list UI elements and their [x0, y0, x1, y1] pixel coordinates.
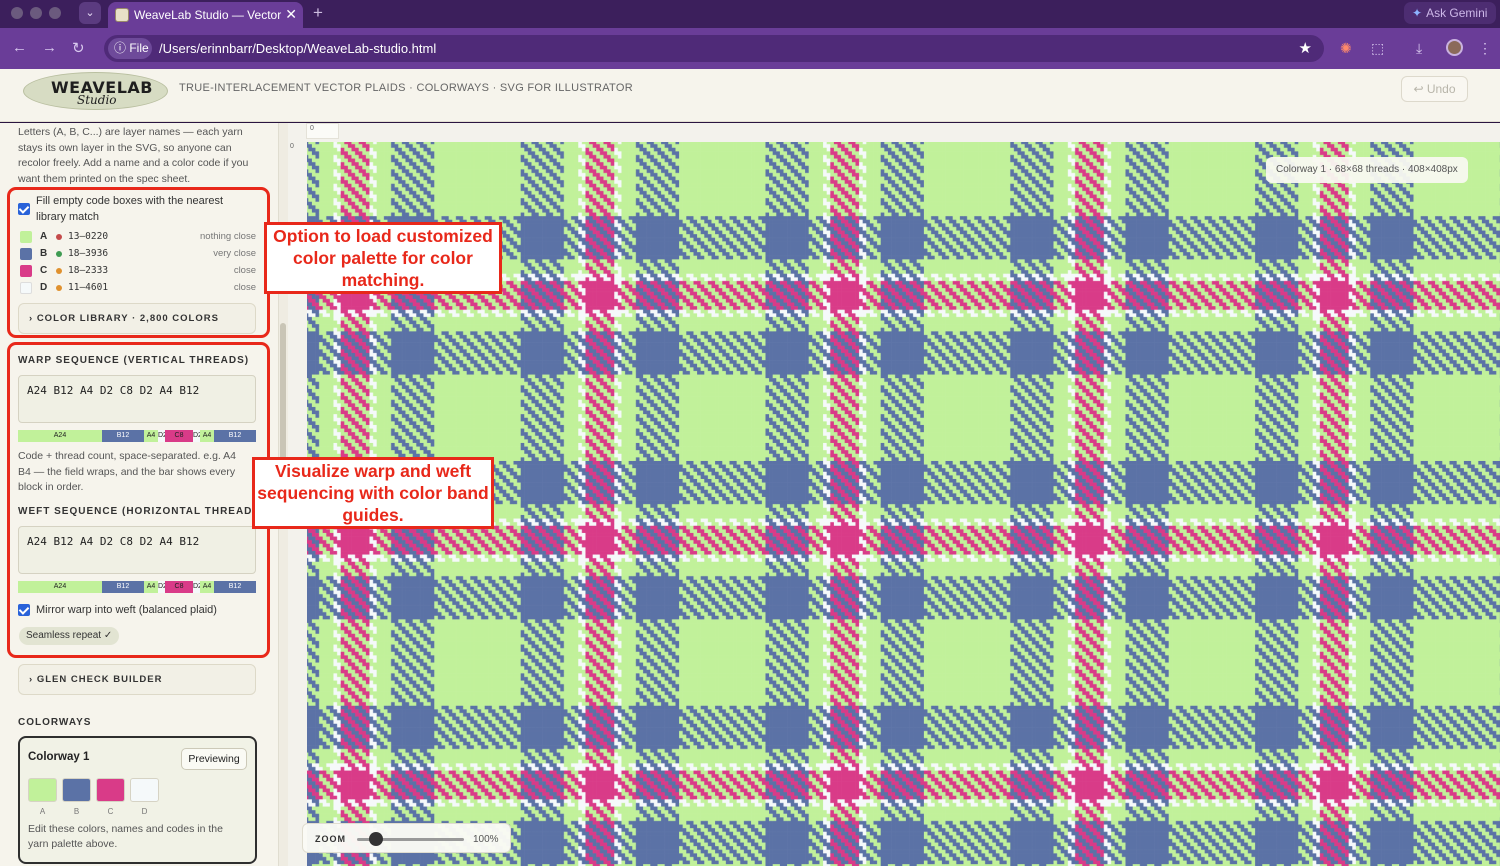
intro-line: recolor freely. Add a name and a color c… — [18, 157, 249, 169]
browser-window: ⌄ WeaveLab Studio — Vector Plaid ✕ + ✦As… — [0, 0, 1500, 866]
site-info-chip[interactable]: ⓘ File — [108, 38, 152, 59]
palette-highlight-box — [7, 187, 270, 338]
chevron-right-icon: › — [29, 674, 37, 685]
palette-callout: Option to load customized color palette … — [264, 222, 502, 294]
file-chip-label: File — [129, 41, 149, 55]
note-line: Edit these colors, names and codes in th… — [28, 823, 223, 835]
download-icon[interactable]: ⤓ — [1416, 40, 1422, 57]
ruler-origin-top: 0 — [310, 125, 314, 132]
colorway-swatch[interactable] — [130, 778, 159, 802]
colorway-swatch-label: A — [39, 807, 46, 816]
zoom-control: ZOOM 100% — [302, 823, 511, 853]
intro-line: stays its own layer in the SVG, so anyon… — [18, 141, 232, 154]
close-window-button[interactable] — [11, 7, 23, 19]
colorways-header: COLORWAYS — [18, 717, 92, 728]
tab-strip: ⌄ WeaveLab Studio — Vector Plaid ✕ + ✦As… — [0, 0, 1500, 28]
more-menu-icon[interactable]: ⋮ — [1478, 40, 1492, 57]
back-arrow-icon[interactable]: ← — [12, 39, 27, 56]
minimize-window-button[interactable] — [30, 7, 42, 19]
colorway-swatch-label: B — [73, 807, 80, 816]
colorway-name: Colorway 1 — [28, 751, 90, 763]
browser-tab[interactable]: WeaveLab Studio — Vector Plaid ✕ — [108, 2, 303, 28]
address-bar[interactable]: ⓘ File /Users/erinnbarr/Desktop/WeaveLab… — [104, 35, 1324, 62]
weavelab-logo: WEAVELAB Studio — [23, 72, 168, 110]
colorway-swatch[interactable] — [28, 778, 57, 802]
zoom-label: ZOOM — [315, 834, 346, 844]
tab-search-chevron-icon[interactable]: ⌄ — [79, 2, 101, 24]
close-tab-icon[interactable]: ✕ — [285, 6, 297, 23]
forward-arrow-icon[interactable]: → — [42, 39, 57, 56]
canvas-info-badge: Colorway 1 · 68×68 threads · 408×408px — [1266, 157, 1468, 183]
app-header: WEAVELAB Studio TRUE-INTERLACEMENT VECTO… — [0, 69, 1500, 122]
intro-line: want them printed on the spec sheet. — [18, 172, 191, 185]
ask-gemini-button[interactable]: ✦ Ask Gemini — [1404, 2, 1496, 24]
sequence-highlight-box — [7, 342, 270, 658]
favicon-icon — [115, 8, 129, 22]
extensions-puzzle-icon[interactable]: ⬚ — [1371, 40, 1384, 57]
zoom-slider-handle[interactable] — [369, 832, 384, 846]
colorway-card[interactable]: Colorway 1 Previewing A B C D Edit these… — [18, 736, 257, 864]
zoom-value: 100% — [473, 834, 499, 845]
colorway-swatch-label: C — [107, 807, 114, 816]
glen-check-label: GLEN CHECK BUILDER — [36, 674, 163, 685]
reload-icon[interactable]: ↻ — [72, 39, 85, 57]
colorway-swatch-label: D — [141, 807, 148, 816]
url-text: /Users/erinnbarr/Desktop/WeaveLab-studio… — [159, 41, 437, 56]
intro-line: Letters (A, B, C...) are layer names — e… — [18, 126, 243, 138]
previewing-button[interactable]: Previewing — [181, 748, 247, 770]
colorway-swatch[interactable] — [62, 778, 91, 802]
note-line: yarn palette above. — [28, 838, 118, 850]
app-tagline: TRUE-INTERLACEMENT VECTOR PLAIDS · COLOR… — [179, 82, 633, 94]
ask-gemini-label: Ask Gemini — [1426, 6, 1488, 20]
browser-toolbar: ← → ↻ ⓘ File /Users/erinnbarr/Desktop/We… — [0, 28, 1500, 69]
colorway-note: Edit these colors, names and codes in th… — [28, 822, 248, 852]
profile-avatar[interactable] — [1446, 39, 1463, 56]
info-icon: ⓘ — [114, 41, 130, 55]
sequence-callout: Visualize warp and weft sequencing with … — [252, 457, 494, 529]
top-ruler — [308, 123, 1500, 141]
sidebar-scrollbar-thumb[interactable] — [280, 323, 286, 463]
gemini-icon: ✦ — [1412, 6, 1423, 20]
bookmark-star-icon[interactable]: ★ — [1299, 39, 1312, 57]
glen-check-toggle[interactable]: › GLEN CHECK BUILDER — [18, 664, 256, 695]
ruler-origin-left: 0 — [290, 143, 294, 150]
logo-sub-text: Studio — [77, 93, 117, 107]
extension-burst-icon[interactable]: ✺ — [1340, 40, 1352, 57]
new-tab-icon[interactable]: + — [313, 3, 323, 23]
colorway-swatch[interactable] — [96, 778, 125, 802]
tab-title: WeaveLab Studio — Vector Plaid — [134, 8, 282, 22]
intro-text: Letters (A, B, C...) are layer names — e… — [18, 125, 248, 187]
maximize-window-button[interactable] — [49, 7, 61, 19]
undo-button[interactable]: ↩ Undo — [1401, 76, 1468, 102]
